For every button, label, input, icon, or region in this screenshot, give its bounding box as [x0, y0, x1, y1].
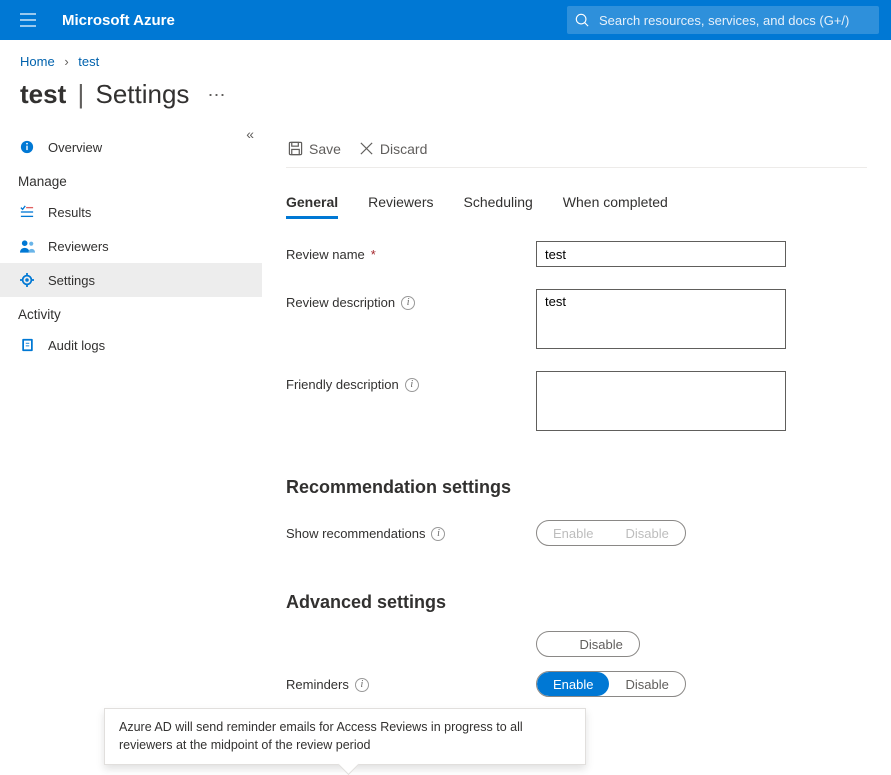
top-bar: Microsoft Azure — [0, 0, 891, 40]
section-advanced: Advanced settings — [286, 592, 867, 613]
sidebar-header-manage: Manage — [0, 164, 262, 195]
reminders-toggle[interactable]: Enable Disable — [536, 671, 686, 697]
sidebar-item-label: Settings — [48, 273, 95, 288]
hamburger-menu-button[interactable] — [12, 4, 44, 36]
page-title: test | Settings — [20, 79, 189, 110]
review-name-label: Review name * — [286, 241, 536, 262]
global-search-input[interactable] — [597, 12, 871, 29]
save-label: Save — [309, 141, 341, 157]
page-title-row: test | Settings ⋯ — [0, 73, 891, 130]
page-title-separator: | — [77, 79, 84, 109]
friendly-description-label: Friendly description i — [286, 371, 536, 392]
friendly-description-input[interactable] — [536, 371, 786, 431]
tooltip-icon[interactable]: i — [401, 296, 415, 310]
sidebar-item-label: Audit logs — [48, 338, 105, 353]
discard-button[interactable]: Discard — [357, 137, 429, 161]
breadcrumb: Home › test — [0, 40, 891, 73]
tooltip-icon[interactable]: i — [431, 527, 445, 541]
sidebar-item-label: Results — [48, 205, 91, 220]
review-description-label: Review description i — [286, 289, 536, 310]
toggle-enable[interactable]: Enable — [537, 672, 609, 696]
review-description-input[interactable] — [536, 289, 786, 349]
info-icon — [18, 140, 36, 154]
global-search[interactable] — [567, 6, 879, 34]
tooltip-icon[interactable]: i — [355, 678, 369, 692]
sidebar-item-label: Overview — [48, 140, 102, 155]
review-name-input[interactable] — [536, 241, 786, 267]
section-recommendation: Recommendation settings — [286, 477, 867, 498]
toggle-disable: Disable — [609, 521, 684, 545]
sidebar-item-settings[interactable]: Settings — [0, 263, 262, 297]
page-title-section: Settings — [95, 79, 189, 109]
discard-label: Discard — [380, 141, 427, 157]
toggle-disable[interactable]: Disable — [564, 632, 639, 656]
required-marker: * — [371, 247, 376, 262]
sidebar-item-reviewers[interactable]: Reviewers — [0, 229, 262, 263]
sidebar-header-activity: Activity — [0, 297, 262, 328]
gear-icon — [18, 273, 36, 287]
tooltip-icon[interactable]: i — [405, 378, 419, 392]
show-recommendations-toggle: Enable Disable — [536, 520, 686, 546]
reminders-label: Reminders i — [286, 671, 536, 692]
toggle-disable[interactable]: Disable — [609, 672, 684, 696]
sidebar: « Overview Manage Results Reviewers Sett — [0, 130, 262, 697]
sidebar-item-results[interactable]: Results — [0, 195, 262, 229]
brand-title: Microsoft Azure — [62, 12, 175, 29]
more-actions-button[interactable]: ⋯ — [207, 83, 225, 106]
page-title-resource: test — [20, 79, 66, 109]
tab-when-completed[interactable]: When completed — [563, 188, 668, 219]
breadcrumb-home[interactable]: Home — [20, 54, 55, 69]
toggle-enable: Enable — [537, 521, 609, 545]
sidebar-item-label: Reviewers — [48, 239, 109, 254]
tab-scheduling[interactable]: Scheduling — [464, 188, 533, 219]
hidden-toggle[interactable]: x Disable — [536, 631, 640, 657]
tabs: General Reviewers Scheduling When comple… — [286, 188, 867, 219]
save-button[interactable]: Save — [286, 137, 343, 161]
checklist-icon — [18, 205, 36, 219]
chevron-right-icon: › — [64, 54, 68, 69]
toolbar: Save Discard — [286, 130, 867, 168]
book-icon — [18, 338, 36, 352]
main-content: Save Discard General Reviewers Schedulin… — [262, 130, 891, 697]
tab-reviewers[interactable]: Reviewers — [368, 188, 433, 219]
tab-general[interactable]: General — [286, 188, 338, 219]
hidden-row-label — [286, 631, 536, 637]
show-recommendations-label: Show recommendations i — [286, 520, 536, 541]
breadcrumb-current[interactable]: test — [78, 54, 99, 69]
collapse-sidebar-button[interactable]: « — [246, 126, 254, 142]
people-icon — [18, 239, 36, 253]
tooltip-reminders: Azure AD will send reminder emails for A… — [104, 708, 586, 765]
sidebar-item-overview[interactable]: Overview — [0, 130, 262, 164]
sidebar-item-audit-logs[interactable]: Audit logs — [0, 328, 262, 362]
